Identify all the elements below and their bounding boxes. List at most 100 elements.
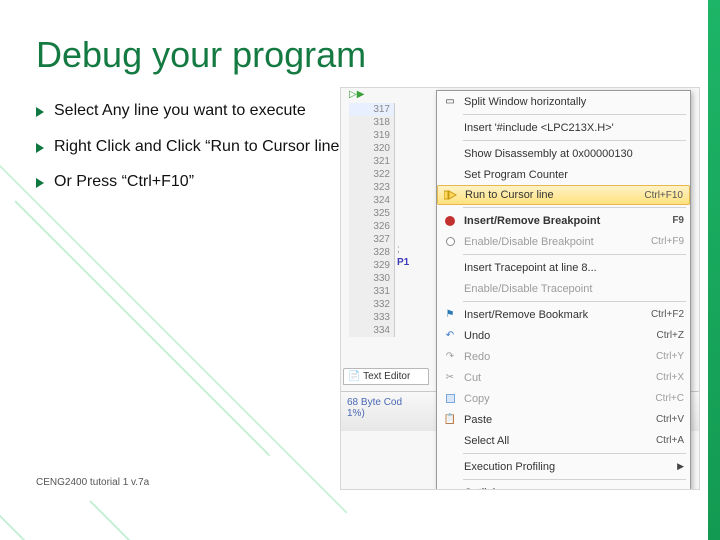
blank-icon [440, 458, 460, 476]
footer-text: CENG2400 tutorial 1 v.7a [36, 477, 149, 488]
menu-separator [463, 207, 686, 208]
menu-label: Split Window horizontally [464, 96, 684, 108]
menu-run-to-cursor[interactable]: Run to Cursor line Ctrl+F10 [437, 185, 690, 205]
menu-execution-profiling[interactable]: Execution Profiling ▶ [437, 456, 690, 477]
ide-screenshot: ▷▶ 317 318 319 320 321 322 323 324 325 3… [340, 87, 700, 490]
menu-enable-tracepoint[interactable]: Enable/Disable Tracepoint [437, 278, 690, 299]
menu-outlining[interactable]: Outlining ▶ [437, 482, 690, 490]
menu-shortcut: Ctrl+F9 [651, 236, 684, 247]
menu-select-all[interactable]: Select AllCtrl+A [437, 430, 690, 451]
menu-paste[interactable]: 📋PasteCtrl+V [437, 409, 690, 430]
blank-icon [440, 145, 460, 163]
menu-insert-breakpoint[interactable]: Insert/Remove BreakpointF9 [437, 210, 690, 231]
line-number: 321 [349, 155, 395, 168]
bullet-icon [36, 107, 44, 117]
cut-icon: ✂ [440, 369, 460, 387]
run-to-cursor-icon [441, 186, 461, 204]
redo-icon: ↷ [440, 348, 460, 366]
execution-arrow-icon: ▷▶ [349, 89, 364, 100]
menu-shortcut: Ctrl+C [655, 393, 684, 404]
line-number: 322 [349, 168, 395, 181]
line-number: 317 [349, 103, 395, 116]
bullet-icon [36, 143, 44, 153]
paste-icon: 📋 [440, 411, 460, 429]
menu-label: Enable/Disable Tracepoint [464, 283, 684, 295]
menu-label: Insert/Remove Breakpoint [464, 215, 672, 227]
blank-icon [440, 119, 460, 137]
menu-label: Paste [464, 414, 656, 426]
line-number: 334 [349, 324, 395, 337]
menu-label: Cut [464, 372, 656, 384]
menu-shortcut: F9 [672, 215, 684, 226]
tab-text-editor[interactable]: 📄 Text Editor [343, 368, 429, 385]
breakpoint-hollow-icon [440, 233, 460, 251]
line-number: 326 [349, 220, 395, 233]
bullet-text: Select Any line you want to execute [54, 100, 306, 122]
menu-label: Copy [464, 393, 655, 405]
submenu-arrow-icon: ▶ [677, 487, 684, 490]
menu-label: Undo [464, 330, 657, 342]
bullet-item: Or Press “Ctrl+F10” [36, 171, 346, 193]
menu-undo[interactable]: ↶ UndoCtrl+Z [437, 325, 690, 346]
menu-separator [463, 254, 686, 255]
blank-icon [440, 166, 460, 184]
blank-icon [440, 432, 460, 450]
menu-shortcut: Ctrl+F10 [644, 190, 683, 201]
menu-insert-tracepoint[interactable]: Insert Tracepoint at line 8... [437, 257, 690, 278]
menu-separator [463, 140, 686, 141]
menu-label: Outlining [464, 487, 673, 491]
menu-label: Redo [464, 351, 656, 363]
menu-label: Execution Profiling [464, 461, 673, 473]
menu-enable-breakpoint[interactable]: Enable/Disable BreakpointCtrl+F9 [437, 231, 690, 252]
menu-split-window[interactable]: ▭ Split Window horizontally [437, 91, 690, 112]
line-number: 327 [349, 233, 395, 246]
undo-icon: ↶ [440, 327, 460, 345]
menu-shortcut: Ctrl+Z [657, 330, 685, 341]
menu-set-program-counter[interactable]: Set Program Counter [437, 164, 690, 185]
code-fragment: P1 [397, 257, 409, 268]
menu-separator [463, 453, 686, 454]
menu-shortcut: Ctrl+X [656, 372, 684, 383]
slide-title: Debug your program [36, 34, 720, 76]
split-icon: ▭ [440, 93, 460, 111]
menu-copy[interactable]: CopyCtrl+C [437, 388, 690, 409]
blank-icon [440, 259, 460, 277]
line-number: 330 [349, 272, 395, 285]
menu-label: Insert Tracepoint at line 8... [464, 262, 684, 274]
submenu-arrow-icon: ▶ [677, 461, 684, 472]
context-menu: ▭ Split Window horizontally Insert '#incl… [436, 90, 691, 490]
menu-cut[interactable]: ✂ CutCtrl+X [437, 367, 690, 388]
menu-label: Insert '#include <LPC213X.H>' [464, 122, 684, 134]
bullet-item: Right Click and Click “Run to Cursor lin… [36, 136, 346, 158]
menu-show-disassembly[interactable]: Show Disassembly at 0x00000130 [437, 143, 690, 164]
menu-redo[interactable]: ↷ RedoCtrl+Y [437, 346, 690, 367]
bullet-icon [36, 178, 44, 188]
line-gutter: ▷▶ 317 318 319 320 321 322 323 324 325 3… [349, 88, 395, 337]
line-number: 333 [349, 311, 395, 324]
copy-icon [440, 390, 460, 408]
menu-label: Select All [464, 435, 656, 447]
menu-insert-include[interactable]: Insert '#include <LPC213X.H>' [437, 117, 690, 138]
menu-label: Set Program Counter [464, 169, 684, 181]
menu-separator [463, 479, 686, 480]
line-number: 325 [349, 207, 395, 220]
blank-icon [440, 280, 460, 298]
menu-separator [463, 114, 686, 115]
menu-shortcut: Ctrl+F2 [651, 309, 684, 320]
line-number: 319 [349, 129, 395, 142]
menu-label: Insert/Remove Bookmark [464, 309, 651, 321]
menu-bookmark[interactable]: ⚑ Insert/Remove BookmarkCtrl+F2 [437, 304, 690, 325]
menu-shortcut: Ctrl+Y [656, 351, 684, 362]
line-number: 323 [349, 181, 395, 194]
slide-accent-bar [708, 0, 720, 540]
menu-shortcut: Ctrl+A [656, 435, 684, 446]
line-number: 332 [349, 298, 395, 311]
line-number: 328 [349, 246, 395, 259]
breakpoint-icon [440, 212, 460, 230]
bookmark-icon: ⚑ [440, 306, 460, 324]
bullet-text: Right Click and Click “Run to Cursor lin… [54, 136, 345, 158]
blank-icon [440, 484, 460, 491]
line-number: 320 [349, 142, 395, 155]
line-number: 331 [349, 285, 395, 298]
line-number: 329 [349, 259, 395, 272]
